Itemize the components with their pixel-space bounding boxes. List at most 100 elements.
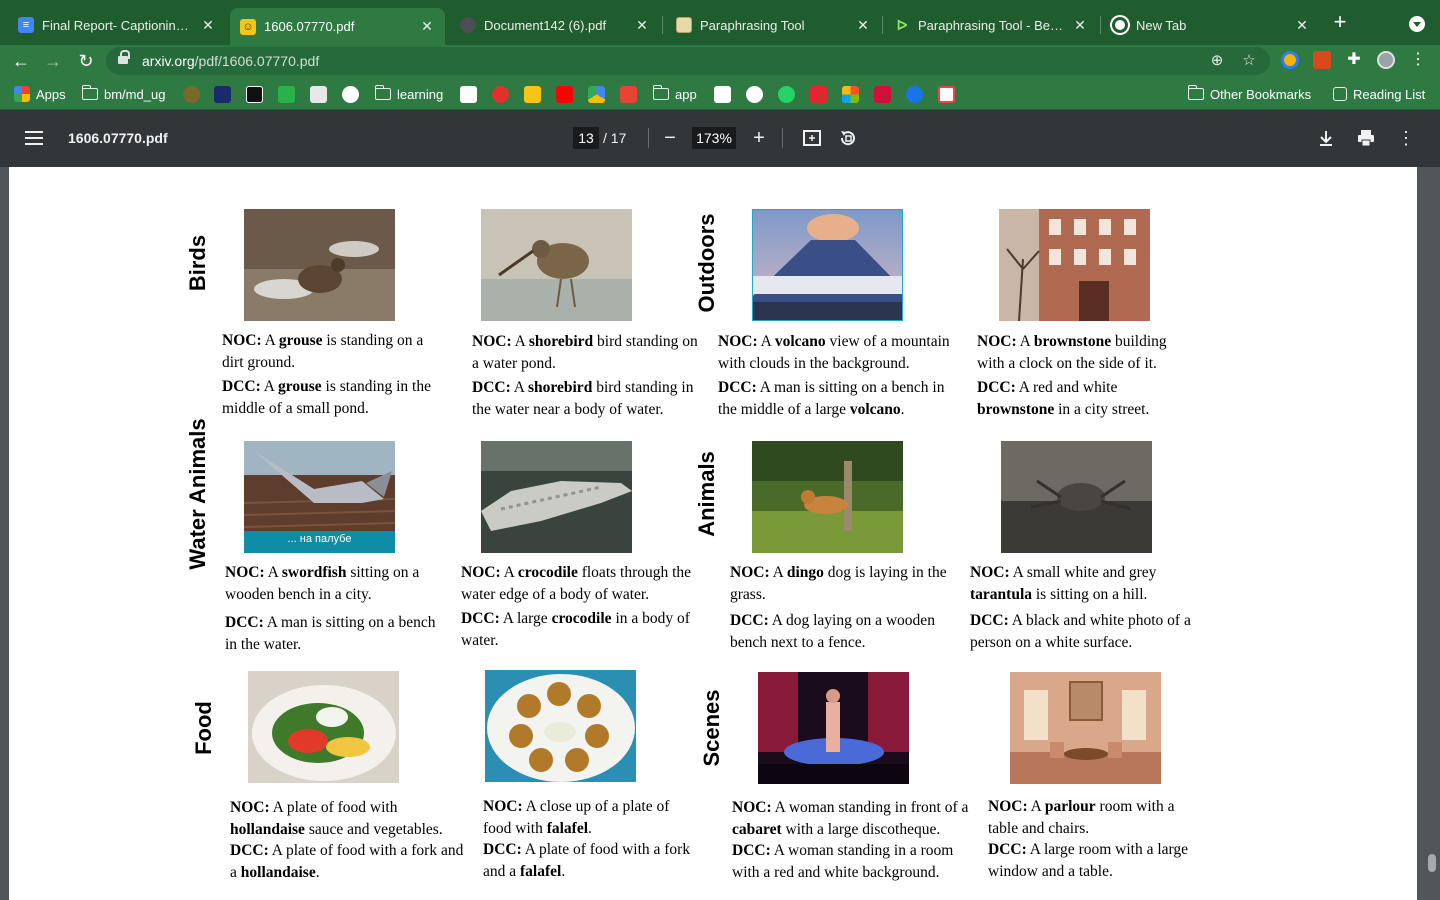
bookmark-label: Other Bookmarks: [1210, 86, 1312, 102]
tab-divider: [882, 16, 883, 34]
pdf-viewport[interactable]: Birds Outdoors Water Animals Animals Foo…: [0, 167, 1440, 900]
address-bar[interactable]: arxiv.org/pdf/1606.07770.pdf ⊕ ☆: [106, 47, 1270, 75]
print-icon[interactable]: [1356, 128, 1376, 148]
more-options-icon[interactable]: ⋮: [1396, 128, 1416, 148]
caption-keyword: parlour: [1044, 798, 1096, 815]
zoom-level-input[interactable]: 173%: [692, 127, 736, 149]
gmail-icon[interactable]: [620, 86, 637, 103]
noc-label: NOC:: [472, 333, 512, 350]
caption-text: A woman standing in front of a: [774, 799, 969, 816]
scrollbar-thumb[interactable]: [1428, 854, 1436, 872]
tab-pdf-active[interactable]: ☺ 1606.07770.pdf ✕: [230, 8, 445, 45]
bookmark-site-icon[interactable]: [492, 86, 509, 103]
page-total: / 17: [603, 130, 627, 146]
calendar-icon[interactable]: [310, 86, 327, 103]
chrome-icon: [1112, 17, 1128, 33]
forward-arrow-icon[interactable]: →: [41, 49, 65, 73]
caption-falafel: NOC: A close up of a plate of food with …: [483, 796, 693, 882]
youtube-icon[interactable]: [556, 86, 573, 103]
bookmark-site-icon[interactable]: [214, 86, 231, 103]
bookmark-site-icon[interactable]: [246, 86, 263, 103]
apps-grid-icon: [14, 86, 30, 102]
noc-label: NOC:: [732, 799, 772, 816]
bookmark-site-icon[interactable]: [874, 86, 891, 103]
dcc-label: DCC:: [483, 841, 522, 858]
zoom-out-icon[interactable]: −: [659, 127, 681, 149]
caption-text: with a large discotheque.: [781, 820, 941, 838]
bookmark-site-icon[interactable]: [183, 86, 200, 103]
bookmark-label: Reading List: [1353, 86, 1426, 102]
rotate-icon[interactable]: [838, 128, 858, 148]
caption-swordfish: NOC: A swordfish sitting on a wooden ben…: [225, 562, 445, 655]
bookmark-site-icon[interactable]: [810, 86, 827, 103]
microsoft-icon[interactable]: [842, 86, 859, 103]
dcc-label: DCC:: [970, 612, 1009, 629]
page-number-input[interactable]: 13: [573, 127, 599, 149]
caption-keyword: brownstone: [977, 400, 1055, 418]
download-icon[interactable]: [1316, 128, 1336, 148]
bookmark-folder-bm-md-ug[interactable]: bm/md_ug: [81, 85, 165, 103]
back-arrow-icon[interactable]: ←: [9, 49, 33, 73]
bookmark-site-icon[interactable]: [524, 86, 541, 103]
wikipedia-icon[interactable]: [460, 86, 477, 103]
extension-red-icon[interactable]: [1313, 51, 1331, 69]
menu-icon[interactable]: [25, 131, 43, 145]
tab-search-chevron-icon[interactable]: [1409, 16, 1425, 32]
tab-strip: ≡ Final Report- Captioning im ✕ ☺ 1606.0…: [0, 0, 1440, 45]
fit-page-icon[interactable]: [802, 128, 822, 148]
close-tab-icon[interactable]: ✕: [1072, 17, 1088, 34]
tab-final-report[interactable]: ≡ Final Report- Captioning im ✕: [8, 8, 226, 42]
pdf-filename: 1606.07770.pdf: [68, 130, 168, 146]
caption-text: A large: [502, 610, 552, 627]
zoom-in-icon[interactable]: +: [748, 127, 770, 149]
caption-text: A: [267, 564, 282, 581]
dcc-label: DCC:: [718, 379, 757, 396]
caption-text: is sitting on a hill.: [1032, 585, 1148, 603]
zoom-icon[interactable]: ⊕: [1208, 52, 1226, 70]
caption-text: A red and white: [1018, 379, 1118, 396]
whatsapp-icon[interactable]: [778, 86, 795, 103]
reload-icon[interactable]: ↻: [74, 49, 98, 73]
bookmark-site-icon[interactable]: [714, 86, 731, 103]
tab-paraphrasing-tool[interactable]: Paraphrasing Tool ✕: [666, 8, 881, 42]
github-icon[interactable]: [342, 86, 359, 103]
tab-paraphrasing-best[interactable]: ᐅ Paraphrasing Tool - Best Sc ✕: [884, 8, 1098, 42]
close-tab-icon[interactable]: ✕: [634, 17, 650, 34]
close-tab-icon[interactable]: ✕: [1294, 17, 1310, 34]
tab-new-tab[interactable]: New Tab ✕: [1102, 8, 1320, 42]
bookmark-reading-list[interactable]: Reading List: [1333, 85, 1425, 103]
tab-title: Document142 (6).pdf: [484, 17, 607, 33]
tab-document142[interactable]: Document142 (6).pdf ✕: [450, 8, 660, 42]
google-drive-icon[interactable]: [588, 86, 605, 103]
bookmark-site-icon[interactable]: [746, 86, 763, 103]
kebab-menu-icon[interactable]: ⋮: [1409, 51, 1427, 69]
bookmark-folder-app[interactable]: app: [652, 85, 697, 103]
bookmark-site-icon[interactable]: [906, 86, 923, 103]
new-tab-plus-icon[interactable]: +: [1330, 11, 1350, 33]
bookmark-apps[interactable]: Apps: [14, 85, 66, 103]
caption-text: A: [263, 378, 278, 395]
avatar[interactable]: [1377, 51, 1395, 69]
caption-dingo: NOC: A dingo dog is laying in the grass.…: [730, 562, 958, 653]
close-tab-icon[interactable]: ✕: [200, 17, 216, 34]
extension-check-icon[interactable]: [1281, 51, 1299, 69]
folder-icon: [652, 85, 669, 100]
url-text[interactable]: arxiv.org/pdf/1606.07770.pdf: [142, 53, 319, 69]
bookmark-folder-learning[interactable]: learning: [374, 85, 443, 103]
photo-cabaret: [758, 672, 909, 784]
caption-shorebird: NOC: A shorebird bird standing on a wate…: [472, 331, 708, 420]
caption-text: .: [900, 400, 905, 418]
dcc-label: DCC:: [230, 842, 269, 859]
dcc-label: DCC:: [225, 614, 264, 631]
close-tab-icon[interactable]: ✕: [419, 18, 435, 35]
bookmark-star-icon[interactable]: ☆: [1240, 52, 1258, 70]
bookmark-site-icon[interactable]: [278, 86, 295, 103]
lock-icon[interactable]: [118, 50, 130, 66]
bookmark-site-icon[interactable]: [938, 86, 955, 103]
toolbar-divider: [648, 128, 649, 148]
dcc-label: DCC:: [222, 378, 261, 395]
close-tab-icon[interactable]: ✕: [855, 17, 871, 34]
bookmark-other-bookmarks[interactable]: Other Bookmarks: [1187, 85, 1312, 103]
noc-label: NOC:: [230, 799, 270, 816]
puzzle-icon[interactable]: ✚: [1345, 51, 1363, 69]
